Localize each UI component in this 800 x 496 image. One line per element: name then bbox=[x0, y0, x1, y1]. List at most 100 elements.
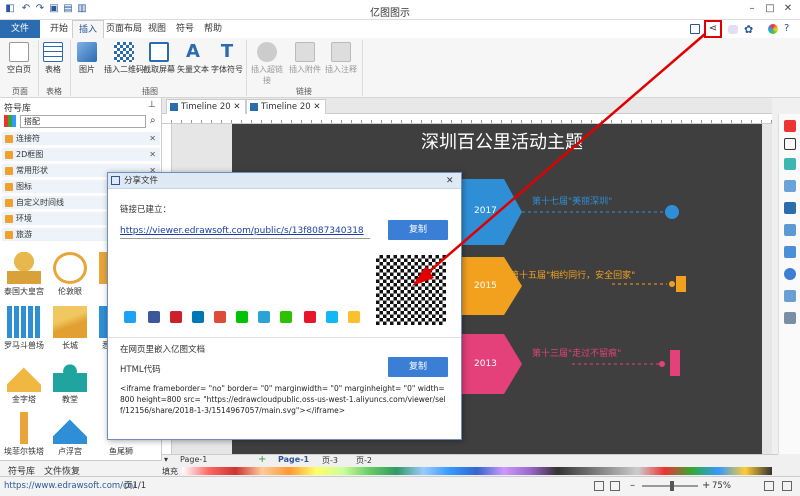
great-wall-icon bbox=[53, 306, 87, 338]
color-swatches[interactable] bbox=[182, 467, 772, 475]
symbol-colosseum[interactable]: 罗马斗兽场 bbox=[4, 304, 44, 354]
tab-view[interactable]: 视图 bbox=[142, 20, 172, 38]
comment-button[interactable]: 插入注释 bbox=[324, 38, 358, 84]
zoom-handle[interactable] bbox=[670, 481, 674, 491]
copy-link-button[interactable]: 复制 bbox=[388, 220, 448, 240]
twitter-icon[interactable] bbox=[124, 311, 136, 323]
qzone-icon[interactable] bbox=[348, 311, 360, 323]
tab-help[interactable]: 帮助 bbox=[198, 20, 228, 38]
doc-tab-2[interactable]: Timeline 20 ✕ bbox=[246, 99, 326, 114]
page-tab-1[interactable]: Page-1 bbox=[278, 455, 309, 464]
window-title: 亿图图示 bbox=[370, 8, 410, 19]
close-icon[interactable]: ✕ bbox=[446, 173, 454, 189]
attachment-button[interactable]: 插入附件 bbox=[288, 38, 322, 84]
zoom-in-icon[interactable]: + bbox=[702, 477, 710, 495]
symbol-grand-palace[interactable]: 泰国大皇宫 bbox=[4, 250, 44, 300]
page-tab-2[interactable]: 页-2 bbox=[356, 455, 372, 466]
category-connector[interactable]: 连接符 ✕ bbox=[2, 132, 160, 146]
symbol-church[interactable]: 教堂 bbox=[50, 358, 90, 408]
html-code-textarea[interactable]: <iframe frameborder= "no" border= "0" ma… bbox=[120, 383, 448, 433]
settings-icon[interactable]: ✿ bbox=[744, 23, 753, 36]
add-page-icon[interactable]: + bbox=[258, 454, 266, 465]
export-icon[interactable] bbox=[690, 24, 700, 34]
save-icon[interactable]: ▤ bbox=[62, 3, 74, 15]
facebook-icon[interactable] bbox=[148, 311, 160, 323]
redo-icon[interactable]: ↷ bbox=[34, 3, 46, 15]
symbol-eiffel-tower[interactable]: 埃菲尔铁塔 bbox=[4, 410, 44, 460]
linkedin-icon[interactable] bbox=[192, 311, 204, 323]
help-icon[interactable]: ? bbox=[784, 23, 789, 34]
pinterest-icon[interactable] bbox=[170, 311, 182, 323]
maximize-icon[interactable]: □ bbox=[762, 2, 778, 16]
close-icon[interactable]: ✕ bbox=[149, 132, 156, 146]
symbol-great-wall[interactable]: 长城 bbox=[50, 304, 90, 354]
color-palette[interactable]: 填充 bbox=[162, 466, 778, 476]
close-icon[interactable]: ✕ bbox=[313, 102, 320, 112]
shadow-icon[interactable] bbox=[784, 158, 796, 170]
blank-page-button[interactable]: 空白页 bbox=[2, 38, 36, 84]
undo-icon[interactable]: ↶ bbox=[20, 3, 32, 15]
search-input[interactable]: 搭配 bbox=[20, 115, 146, 128]
page-tab-3[interactable]: 页-3 bbox=[322, 455, 338, 466]
hyperlink-button[interactable]: 插入超链接 bbox=[248, 38, 286, 85]
globe-icon[interactable] bbox=[784, 268, 796, 280]
attachment-icon[interactable] bbox=[784, 290, 796, 302]
qq-icon[interactable] bbox=[326, 311, 338, 323]
symbol-pyramid[interactable]: 金字塔 bbox=[4, 358, 44, 408]
event-2013: 第十三届"走过不留痕" bbox=[532, 349, 622, 359]
share-link-field[interactable]: https://viewer.edrawsoft.com/public/s/13… bbox=[120, 223, 370, 239]
website-link[interactable]: https://www.edrawsoft.com/cn/ bbox=[4, 477, 136, 495]
share-icon[interactable]: ⋖ bbox=[704, 20, 722, 38]
line-icon[interactable] bbox=[236, 311, 248, 323]
fill-icon[interactable] bbox=[784, 120, 796, 132]
print-icon[interactable]: ▥ bbox=[76, 3, 88, 15]
qr-code-button[interactable]: 插入二维码 bbox=[104, 38, 144, 84]
cloud-icon[interactable] bbox=[728, 25, 738, 34]
wechat-icon[interactable] bbox=[280, 311, 292, 323]
grid-icon[interactable] bbox=[784, 246, 796, 258]
email-icon[interactable] bbox=[258, 311, 270, 323]
close-icon[interactable]: ✕ bbox=[780, 2, 796, 16]
screenshot-button[interactable]: 截取屏幕 bbox=[142, 38, 176, 84]
picture-button[interactable]: 图片 bbox=[70, 38, 104, 84]
page-dropdown[interactable]: Page-1 bbox=[180, 455, 207, 464]
image-icon[interactable] bbox=[784, 180, 796, 192]
symbol-louvre[interactable]: 卢浮宫 bbox=[50, 410, 90, 460]
weibo-icon[interactable] bbox=[304, 311, 316, 323]
line-icon[interactable] bbox=[784, 138, 796, 150]
close-icon[interactable]: ✕ bbox=[149, 148, 156, 162]
tab-home[interactable]: 开始 bbox=[44, 20, 74, 38]
doc-tab-1[interactable]: Timeline 20 ✕ bbox=[166, 99, 246, 114]
tab-file[interactable]: 文件 bbox=[0, 20, 40, 38]
font-symbol-button[interactable]: T 字体符号 bbox=[210, 38, 244, 84]
view-icon[interactable] bbox=[782, 481, 792, 491]
pin-icon[interactable]: ⊥ bbox=[148, 100, 156, 110]
close-icon[interactable]: ✕ bbox=[233, 102, 240, 112]
zoom-out-icon[interactable]: – bbox=[630, 477, 635, 495]
table-button[interactable]: 表格 bbox=[36, 38, 70, 84]
year-2017: 2017 bbox=[474, 206, 497, 216]
folder-icon bbox=[5, 215, 13, 223]
fullscreen-icon[interactable] bbox=[764, 481, 774, 491]
open-icon[interactable]: ▣ bbox=[48, 3, 60, 15]
html-code-label: HTML代码 bbox=[120, 365, 161, 375]
zoom-level[interactable]: 75% bbox=[712, 477, 731, 495]
symbol-london-eye[interactable]: 伦敦眼 bbox=[50, 250, 90, 300]
category-2d-block[interactable]: 2D框图 ✕ bbox=[2, 148, 160, 162]
fit-width-icon[interactable] bbox=[610, 481, 620, 491]
minimize-icon[interactable]: – bbox=[744, 2, 760, 16]
tab-symbol[interactable]: 符号 bbox=[170, 20, 200, 38]
comment-icon[interactable] bbox=[784, 312, 796, 324]
symbol-label: 教堂 bbox=[62, 395, 78, 404]
page-selector-icon[interactable]: ▾ bbox=[164, 455, 168, 464]
google-plus-icon[interactable] bbox=[214, 311, 226, 323]
search-icon[interactable]: ⌕ bbox=[150, 115, 156, 126]
fit-page-icon[interactable] bbox=[594, 481, 604, 491]
page-format-icon[interactable] bbox=[784, 224, 796, 236]
layer-icon[interactable] bbox=[784, 202, 796, 214]
tab-page-layout[interactable]: 页面布局 bbox=[100, 20, 148, 38]
library-icon[interactable] bbox=[4, 115, 16, 127]
theme-icon[interactable] bbox=[768, 24, 778, 34]
vector-text-button[interactable]: A 矢量文本 bbox=[176, 38, 210, 84]
copy-html-button[interactable]: 复制 bbox=[388, 357, 448, 377]
